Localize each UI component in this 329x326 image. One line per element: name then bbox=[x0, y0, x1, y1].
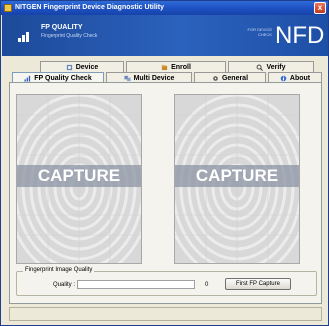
tab-device[interactable]: Device bbox=[40, 61, 124, 72]
header-banner: FP QUALITY Fingerprint Quality Check FOR… bbox=[2, 15, 328, 56]
capture-label: CAPTURE bbox=[175, 165, 299, 187]
close-button[interactable]: x bbox=[314, 2, 326, 14]
capture-label: CAPTURE bbox=[17, 165, 141, 187]
fp-quality-panel: CAPTURE CAPTURE Fingerprint Image Qualit… bbox=[9, 82, 322, 304]
quality-icon bbox=[24, 75, 31, 82]
tab-verify[interactable]: Verify bbox=[228, 61, 314, 72]
app-window: NITGEN Fingerprint Device Diagnostic Uti… bbox=[0, 0, 329, 326]
first-fp-capture-button[interactable]: First FP Capture bbox=[225, 278, 291, 290]
tab-label: Verify bbox=[266, 63, 286, 71]
enroll-icon bbox=[161, 64, 168, 70]
tab-label: FP Quality Check bbox=[34, 74, 92, 82]
multi-device-icon bbox=[124, 75, 131, 81]
tab-label: About bbox=[289, 74, 311, 82]
tab-label: Enroll bbox=[171, 63, 191, 71]
nfd-logo: NFD bbox=[275, 22, 325, 49]
capture-box-left[interactable]: CAPTURE bbox=[16, 94, 142, 264]
quality-progress-bar bbox=[77, 280, 195, 289]
tab-strip: Device Enroll Verify FP Quality Check Mu… bbox=[12, 61, 322, 83]
banner-small-text: FOR DEVICE CHECK bbox=[247, 27, 272, 37]
tab-enroll[interactable]: Enroll bbox=[126, 61, 226, 72]
verify-icon bbox=[257, 64, 264, 71]
tab-label: Multi Device bbox=[133, 74, 175, 82]
quality-label: Quality : bbox=[53, 282, 76, 288]
signal-bars-icon bbox=[18, 30, 32, 42]
banner-title: FP QUALITY bbox=[41, 24, 83, 31]
title-bar[interactable]: NITGEN Fingerprint Device Diagnostic Uti… bbox=[1, 1, 328, 15]
general-icon bbox=[213, 75, 218, 81]
device-icon bbox=[66, 64, 72, 70]
image-quality-group: Fingerprint Image Quality Quality : 0 Fi… bbox=[16, 267, 317, 296]
capture-box-right[interactable]: CAPTURE bbox=[174, 94, 300, 264]
quality-value: 0 bbox=[205, 282, 209, 288]
status-bar bbox=[9, 307, 322, 321]
group-title: Fingerprint Image Quality bbox=[23, 267, 95, 273]
app-icon bbox=[4, 4, 12, 12]
tab-label: General bbox=[221, 74, 249, 82]
banner-subtitle: Fingerprint Quality Check bbox=[41, 33, 98, 39]
about-icon bbox=[280, 75, 287, 81]
tab-label: Device bbox=[75, 63, 99, 71]
window-title: NITGEN Fingerprint Device Diagnostic Uti… bbox=[15, 4, 164, 11]
